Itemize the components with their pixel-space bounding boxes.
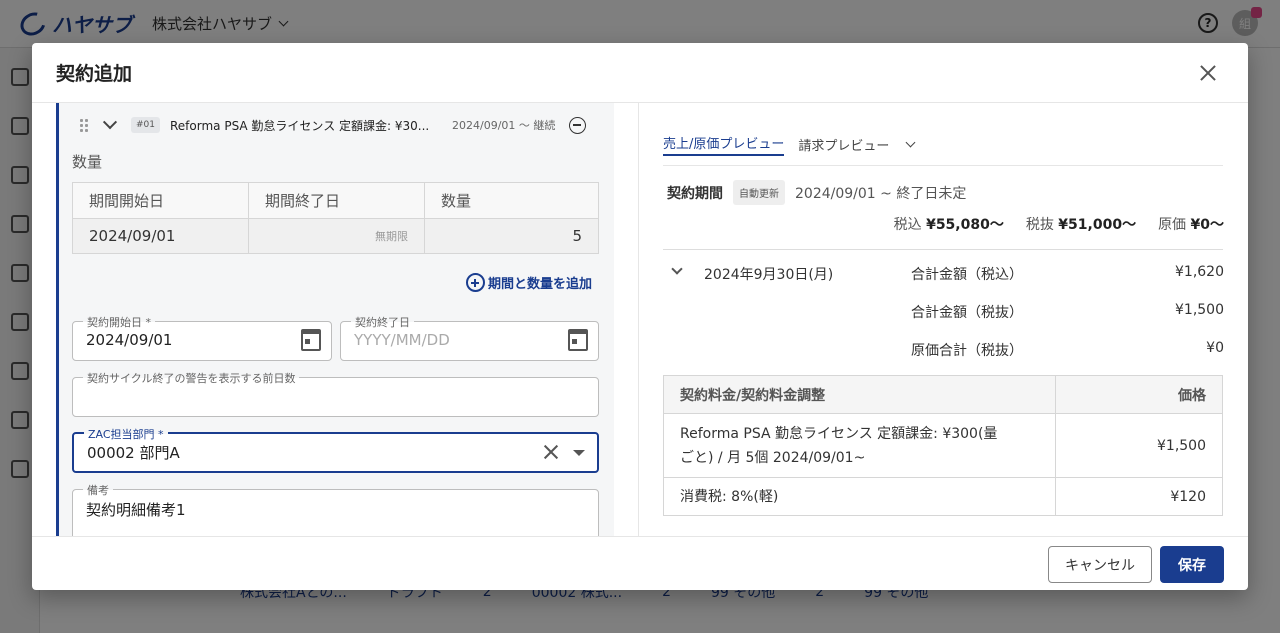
- warning-days-field[interactable]: 契約サイクル終了の警告を表示する前日数: [72, 370, 599, 417]
- total-label: 税抜: [1025, 217, 1054, 233]
- fee-desc-line: Reforma PSA 勤怠ライセンス 定額課金: ¥300(量: [680, 425, 998, 442]
- quantity-header-qty: 数量: [424, 182, 599, 219]
- dialog-footer: キャンセル 保存: [32, 536, 1248, 590]
- zac-department-value: 00002 部門A: [87, 444, 180, 462]
- chevron-down-icon[interactable]: [905, 137, 916, 147]
- calendar-icon[interactable]: [301, 329, 321, 351]
- quantity-section-label: 数量: [72, 153, 103, 171]
- total-label: 税込: [893, 217, 922, 233]
- total-value: ¥55,080〜: [926, 217, 1004, 233]
- contract-end-placeholder: YYYY/MM/DD: [354, 331, 450, 349]
- contract-end-date-field[interactable]: 契約終了日 YYYY/MM/DD: [340, 314, 599, 361]
- contract-period-range: 2024/09/01 ~ 終了日未定: [795, 185, 967, 202]
- auto-renew-badge: 自動更新: [733, 180, 785, 205]
- fee-desc-cell: Reforma PSA 勤怠ライセンス 定額課金: ¥300(量 ごと) / 月…: [663, 413, 1056, 478]
- item-number-badge: #01: [131, 117, 160, 133]
- add-contract-dialog: 契約追加 #01 Reforma PSA 勤怠ライセンス 定額課金: ¥30..…: [32, 43, 1248, 590]
- fee-header-desc: 契約料金/契約料金調整: [663, 375, 1056, 414]
- contract-end-label: 契約終了日: [351, 314, 414, 330]
- fee-header-price: 価格: [1055, 375, 1223, 414]
- sum-label: 合計金額（税込）: [911, 267, 1023, 283]
- fee-desc-cell: 消費税: 8%(軽): [663, 477, 1056, 516]
- drag-handle-icon[interactable]: [79, 118, 89, 132]
- chevron-down-icon[interactable]: [102, 115, 118, 130]
- contract-start-label: 契約開始日 *: [83, 314, 155, 330]
- preview-pane[interactable]: 売上/原価プレビュー 請求プレビュー 契約期間 自動更新 2024/09/01 …: [639, 103, 1248, 536]
- table-row: 消費税: 8%(軽) ¥120: [663, 477, 1223, 516]
- contract-item-header[interactable]: #01 Reforma PSA 勤怠ライセンス 定額課金: ¥30... 202…: [59, 103, 614, 147]
- contract-start-date-field[interactable]: 契約開始日 * 2024/09/01: [72, 314, 332, 361]
- dialog-title: 契約追加: [56, 63, 133, 85]
- item-name: Reforma PSA 勤怠ライセンス 定額課金: ¥30...: [170, 118, 430, 133]
- divider: [663, 249, 1223, 250]
- zac-department-select[interactable]: ZAC担当部門 * 00002 部門A: [72, 426, 599, 473]
- chevron-down-icon[interactable]: [671, 263, 683, 275]
- cancel-button[interactable]: キャンセル: [1048, 546, 1152, 583]
- contract-period-title: 契約期間: [667, 185, 723, 202]
- dropdown-arrow-icon[interactable]: [573, 450, 585, 456]
- total-value: ¥51,000〜: [1058, 217, 1137, 233]
- tab-billing-preview[interactable]: 請求プレビュー: [798, 135, 889, 154]
- fee-price-cell: ¥120: [1055, 477, 1223, 516]
- month-label: 2024年9月30日(月): [704, 267, 834, 283]
- tab-sales-cost-preview[interactable]: 売上/原価プレビュー: [663, 133, 785, 156]
- clear-icon[interactable]: [541, 442, 561, 462]
- contract-item-card: #01 Reforma PSA 勤怠ライセンス 定額課金: ¥30... 202…: [56, 103, 614, 536]
- add-period-quantity-button[interactable]: 期間と数量を追加: [465, 273, 592, 292]
- table-row: Reforma PSA 勤怠ライセンス 定額課金: ¥300(量 ごと) / 月…: [663, 413, 1223, 478]
- totals-summary: 税込 ¥55,080〜 税抜 ¥51,000〜 原価 ¥0〜: [894, 214, 1224, 234]
- dialog-header: 契約追加: [32, 43, 1248, 103]
- add-period-label: 期間と数量を追加: [487, 277, 592, 292]
- total-tax-excluded: 税抜 ¥51,000〜: [1026, 214, 1136, 234]
- sum-value: ¥1,500: [1175, 302, 1224, 318]
- item-period: 2024/09/01 〜 継続: [452, 119, 556, 132]
- quantity-value-cell[interactable]: 5: [424, 218, 599, 254]
- warning-days-label: 契約サイクル終了の警告を表示する前日数: [83, 370, 300, 386]
- sum-label: 原価合計（税抜）: [911, 343, 1023, 359]
- save-button[interactable]: 保存: [1160, 546, 1224, 583]
- fee-desc-line: ごと) / 月 5個 2024/09/01~: [680, 449, 866, 466]
- remove-item-icon[interactable]: [569, 116, 587, 134]
- sum-label: 合計金額（税抜）: [911, 305, 1023, 321]
- quantity-end-cell[interactable]: 無期限: [248, 218, 425, 254]
- quantity-header-end: 期間終了日: [248, 182, 425, 219]
- sum-value: ¥1,620: [1175, 264, 1224, 280]
- quantity-start-cell[interactable]: 2024/09/01: [72, 218, 249, 254]
- total-value: ¥0〜: [1190, 217, 1224, 233]
- contract-item-pane[interactable]: #01 Reforma PSA 勤怠ライセンス 定額課金: ¥30... 202…: [32, 103, 639, 536]
- dialog-body: #01 Reforma PSA 勤怠ライセンス 定額課金: ¥30... 202…: [32, 103, 1248, 536]
- fee-table: 契約料金/契約料金調整 価格 Reforma PSA 勤怠ライセンス 定額課金:…: [663, 375, 1223, 516]
- fee-price-cell: ¥1,500: [1055, 413, 1223, 478]
- quantity-header-start: 期間開始日: [72, 182, 249, 219]
- quantity-table: 期間開始日 期間終了日 数量 2024/09/01 無期限 5: [72, 182, 599, 254]
- plus-circle-icon: [465, 273, 485, 292]
- contract-start-value: 2024/09/01: [86, 331, 173, 349]
- table-row: 2024/09/01 無期限 5: [72, 218, 599, 254]
- contract-period-row: 契約期間 自動更新 2024/09/01 ~ 終了日未定: [667, 180, 966, 205]
- notes-field[interactable]: 備考 契約明細備考1: [72, 482, 599, 536]
- zac-department-label: ZAC担当部門 *: [84, 426, 168, 442]
- sum-value: ¥0: [1206, 340, 1224, 356]
- total-cost: 原価 ¥0〜: [1158, 214, 1224, 234]
- close-icon[interactable]: [1196, 61, 1220, 85]
- notes-label: 備考: [83, 482, 113, 498]
- calendar-icon[interactable]: [568, 329, 588, 351]
- total-label: 原価: [1158, 217, 1187, 233]
- total-tax-included: 税込 ¥55,080〜: [894, 214, 1004, 234]
- preview-tabs: 売上/原価プレビュー 請求プレビュー: [663, 123, 1223, 166]
- notes-value: 契約明細備考1: [86, 501, 186, 519]
